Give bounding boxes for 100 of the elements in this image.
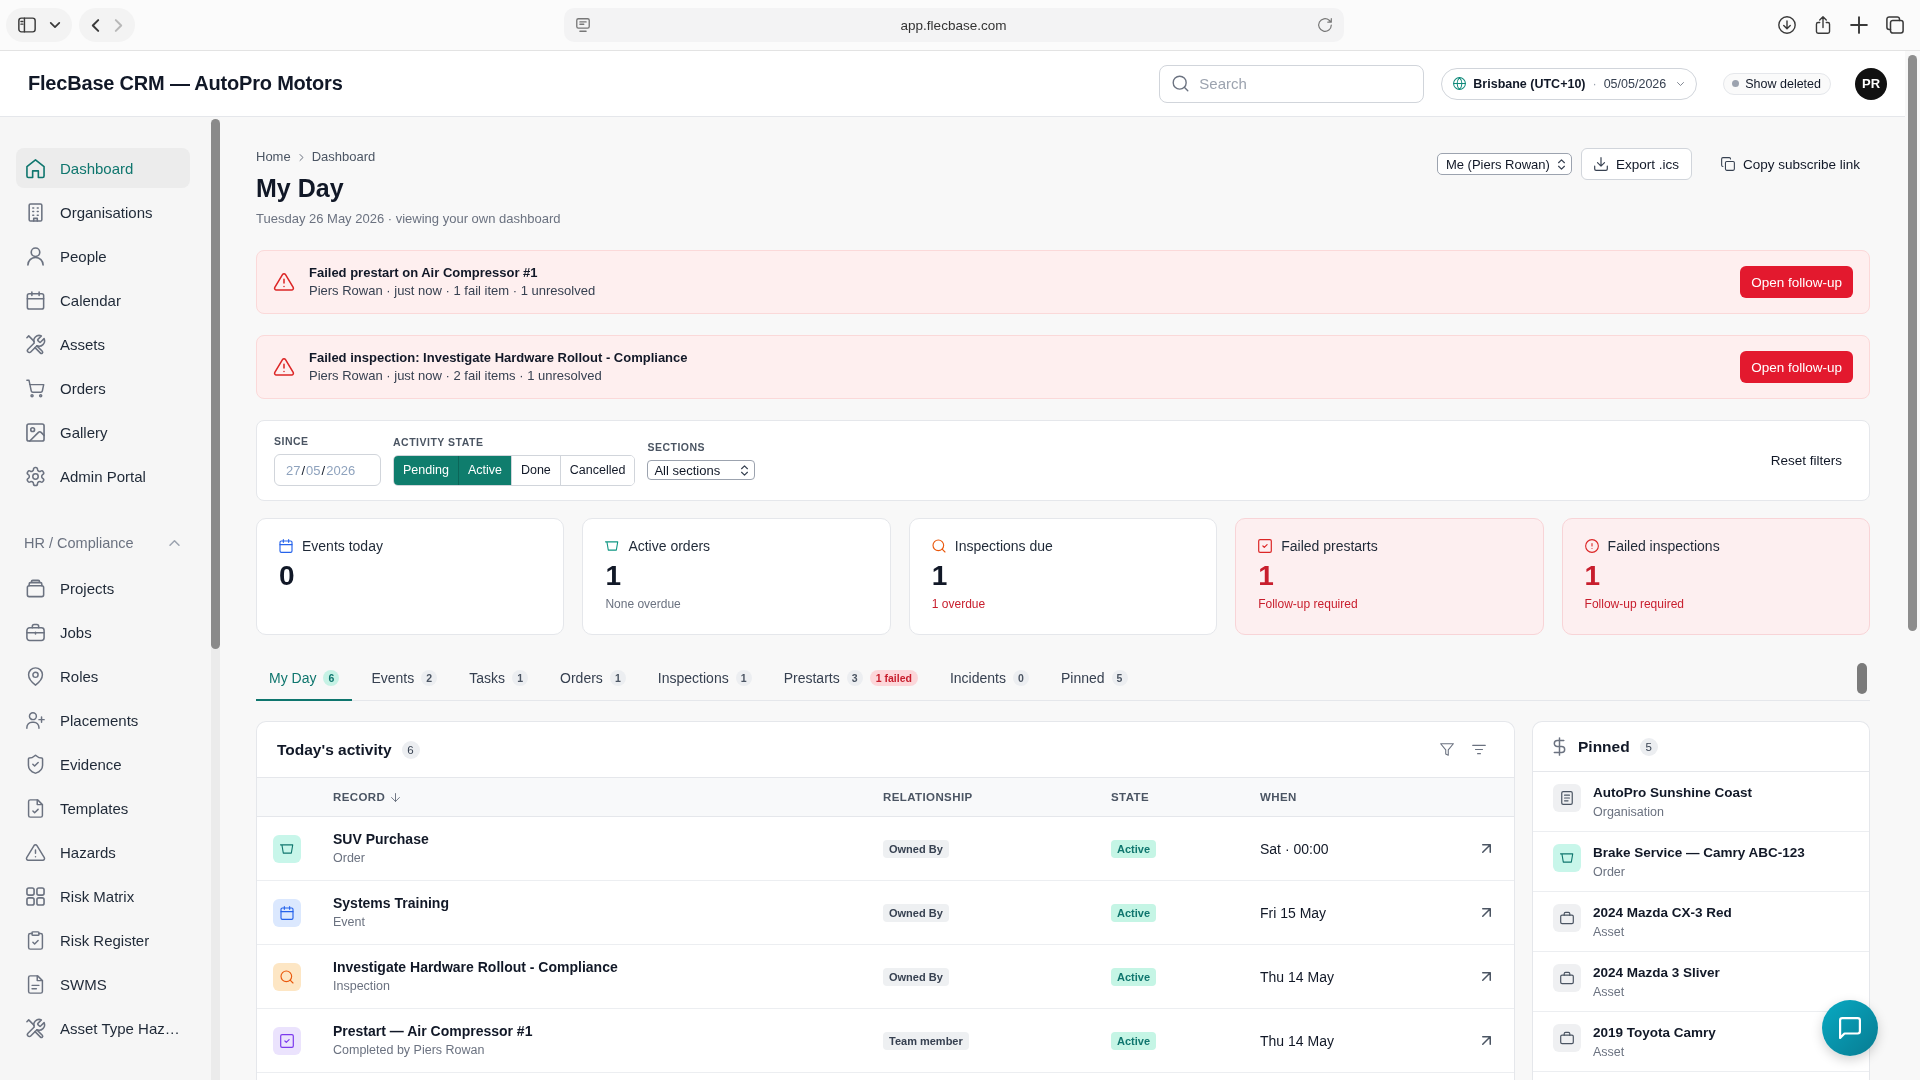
record-title[interactable]: Investigate Hardware Rollout - Compliance <box>333 958 618 976</box>
sidebar-item[interactable]: Assets <box>16 324 190 364</box>
timezone-picker[interactable]: Brisbane (UTC+10) · 05/05/2026 <box>1441 67 1698 100</box>
pinned-title[interactable]: 2024 Mazda 3 Sliver <box>1593 964 1720 982</box>
sections-select[interactable]: All sections <box>647 460 756 480</box>
export-button[interactable]: Export .ics <box>1580 148 1692 180</box>
reload-icon[interactable] <box>1317 18 1332 32</box>
tab[interactable]: Incidents 0 <box>936 656 1042 701</box>
sidebar-item[interactable]: Templates <box>16 788 190 828</box>
chevron-down-icon[interactable] <box>50 22 60 28</box>
arrow-icon[interactable] <box>1481 844 1491 853</box>
relationship-tag: Owned By <box>883 903 949 922</box>
panel-title: Today's activity <box>277 740 392 759</box>
chevron-down-icon <box>1677 81 1685 86</box>
checkbox-icon <box>273 1026 301 1055</box>
card-stack-icon <box>26 578 45 598</box>
bag-icon <box>1553 904 1581 932</box>
tab[interactable]: Tasks 1 <box>456 656 542 701</box>
state-toggle[interactable]: Active <box>457 455 511 485</box>
viewer-select[interactable]: Me (Piers Rowan) <box>1436 153 1572 175</box>
breadcrumb-link[interactable]: Home <box>256 148 291 166</box>
record-title[interactable]: SUV Purchase <box>333 830 429 848</box>
follow-up-button[interactable]: Open follow-up <box>1740 351 1853 383</box>
column-header[interactable]: STATE <box>1111 791 1149 803</box>
sidebar-item[interactable]: Orders <box>16 368 190 408</box>
sidebar-item[interactable]: Calendar <box>16 280 190 320</box>
pinned-title[interactable]: AutoPro Sunshine Coast <box>1593 784 1752 802</box>
sidebar-item[interactable]: Evidence <box>16 744 190 784</box>
search-field[interactable]: Search <box>1159 64 1425 103</box>
state-toggle[interactable]: Pending <box>394 455 458 485</box>
pinned-title[interactable]: Brake Service — Camry ABC-123 <box>1593 844 1805 862</box>
section-header[interactable]: HR / Compliance <box>24 533 180 553</box>
sidebar-item[interactable]: Gallery <box>16 412 190 452</box>
date-field[interactable]: 27/05/2026 <box>274 454 381 486</box>
plus-icon[interactable] <box>1850 16 1868 34</box>
count-badge: 1 <box>609 669 626 686</box>
record-title[interactable]: Prestart — Air Compressor #1 <box>333 1022 533 1040</box>
arrow-icon[interactable] <box>1481 908 1491 917</box>
tab[interactable]: My Day 6 <box>256 656 353 701</box>
sidebar-item[interactable]: Hazards <box>16 832 190 872</box>
scrollbar-thumb[interactable] <box>1908 55 1917 631</box>
download-icon[interactable] <box>1778 16 1796 34</box>
address-bar[interactable]: app.flecbase.com <box>563 8 1344 42</box>
show-deleted-toggle[interactable]: Show deleted <box>1723 72 1831 95</box>
column-header[interactable]: RECORD <box>333 791 401 803</box>
tab[interactable]: Pinned 5 <box>1047 656 1141 701</box>
share-icon[interactable] <box>1814 16 1832 34</box>
count-badge: 6 <box>323 669 340 686</box>
record-type: Inspection <box>333 978 390 995</box>
sidebar-item[interactable]: Jobs <box>16 612 190 652</box>
tabs-icon[interactable] <box>1886 16 1904 34</box>
sidebar-item[interactable]: Risk Register <box>16 920 190 960</box>
state-tag: Active <box>1111 967 1157 986</box>
calendar-icon <box>273 898 301 927</box>
page-icon[interactable] <box>575 18 590 32</box>
sort-icon[interactable] <box>1472 743 1486 756</box>
sidebar-item[interactable]: Risk Matrix <box>16 876 190 916</box>
sidebar-item[interactable]: People <box>16 236 190 276</box>
warning-icon <box>26 842 45 862</box>
stat-note: 1 overdue <box>931 597 986 611</box>
file-check-icon <box>26 798 45 818</box>
pinned-title[interactable]: 2024 Mazda CX-3 Red <box>1593 904 1732 922</box>
follow-up-button[interactable]: Open follow-up <box>1740 266 1853 298</box>
when-text: Sat · 00:00 <box>1260 840 1329 857</box>
checkbox-icon <box>1258 539 1273 553</box>
copy-icon <box>1720 157 1735 171</box>
column-header[interactable]: RELATIONSHIP <box>883 791 973 803</box>
sidebar-item[interactable]: Admin Portal <box>16 456 190 496</box>
copy-link-button[interactable]: Copy subscribe link <box>1710 148 1870 180</box>
tab[interactable]: Orders 1 <box>547 656 639 701</box>
sidebar-item[interactable]: Projects <box>16 568 190 608</box>
tab[interactable]: Inspections 1 <box>644 656 765 701</box>
arrow-icon[interactable] <box>1481 972 1491 981</box>
sidebar-toggle-icon[interactable] <box>18 16 36 34</box>
scrollbar-thumb[interactable] <box>1857 662 1867 694</box>
sidebar-item[interactable]: Roles <box>16 656 190 696</box>
record-type: Completed by Piers Rowan <box>333 1042 485 1059</box>
sidebar-item[interactable]: SWMS <box>16 964 190 1004</box>
scrollbar-thumb[interactable] <box>211 119 220 649</box>
filter-icon[interactable] <box>1440 743 1454 756</box>
sidebar-item[interactable]: Organisations <box>16 192 190 232</box>
alert-title: Failed prestart on Air Compressor #1 <box>309 264 538 282</box>
stat-label: Events today <box>302 538 383 554</box>
state-toggle[interactable]: Cancelled <box>559 455 635 485</box>
bag-icon <box>1553 964 1581 992</box>
column-header[interactable]: WHEN <box>1260 791 1297 803</box>
sidebar-item[interactable]: Placements <box>16 700 190 740</box>
sidebar-item[interactable]: Asset Type Haz… <box>16 1008 190 1048</box>
reset-filters-button[interactable]: Reset filters <box>1770 453 1842 468</box>
tab[interactable]: Prestarts 3 1 failed <box>770 656 931 701</box>
shield-check-icon <box>26 754 45 774</box>
tab[interactable]: Events 2 <box>358 656 451 701</box>
arrow-icon[interactable] <box>1481 1036 1491 1045</box>
record-title[interactable]: Systems Training <box>333 894 449 912</box>
back-icon[interactable] <box>91 17 100 33</box>
clipboard-check-icon <box>26 930 45 950</box>
sidebar-item[interactable]: Dashboard <box>16 148 190 188</box>
download-icon <box>1593 157 1608 171</box>
pinned-title[interactable]: 2019 Toyota Camry <box>1593 1024 1716 1042</box>
user-avatar[interactable]: PR <box>1855 67 1887 100</box>
